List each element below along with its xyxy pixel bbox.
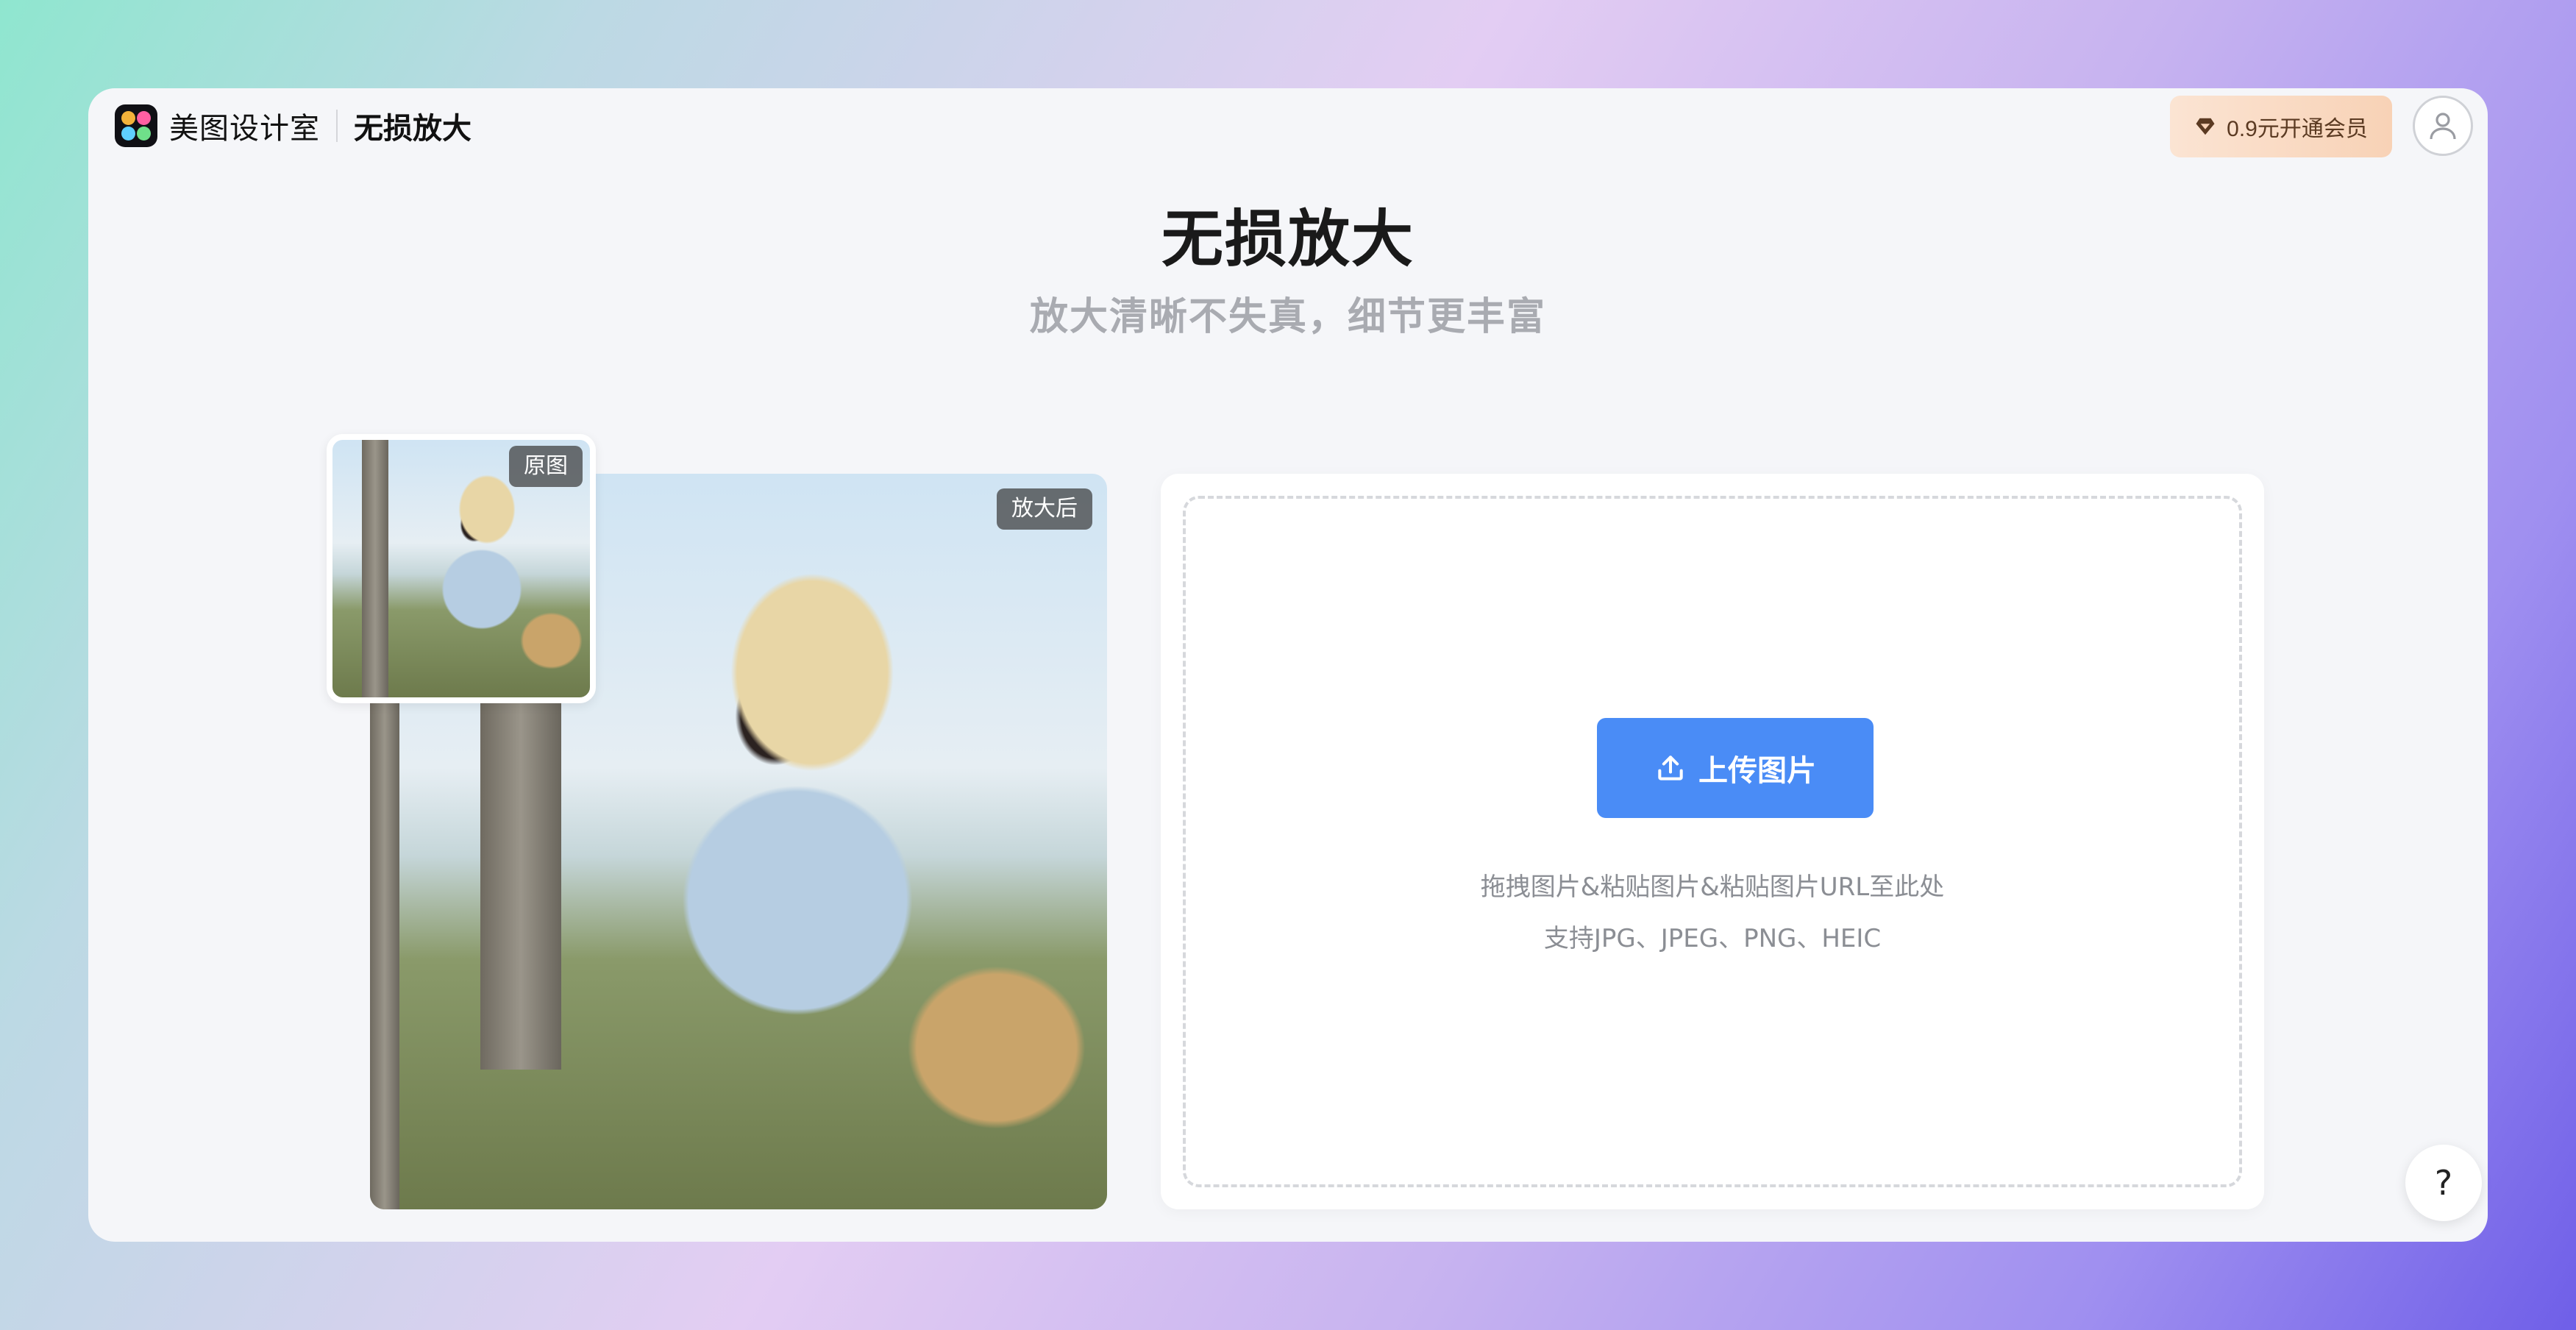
upload-panel: 上传图片 拖拽图片&粘贴图片&粘贴图片URL至此处 支持JPG、JPEG、PNG…	[1161, 474, 2264, 1209]
diamond-icon	[2196, 118, 2215, 135]
page-subtitle: 放大清晰不失真，细节更丰富	[1029, 295, 1546, 339]
main-card: 美图设计室 无损放大 0.9元开通会员 无损放大 放大清晰不失真，细节更丰富 放…	[88, 88, 2488, 1242]
avatar[interactable]	[2413, 96, 2473, 156]
brand-divider	[336, 110, 338, 142]
original-tag: 原图	[509, 446, 583, 487]
user-icon	[2430, 113, 2456, 140]
vip-button-label: 0.9元开通会员	[2227, 117, 2368, 141]
drop-zone[interactable]: 上传图片 拖拽图片&粘贴图片&粘贴图片URL至此处 支持JPG、JPEG、PNG…	[1183, 496, 2242, 1187]
brand-name: 美图设计室	[169, 112, 320, 146]
format-hint: 支持JPG、JPEG、PNG、HEIC	[1543, 924, 1882, 953]
current-page-name: 无损放大	[354, 112, 472, 146]
meitu-logo	[115, 104, 157, 147]
brand[interactable]: 美图设计室 无损放大	[115, 104, 472, 147]
drag-hint: 拖拽图片&粘贴图片&粘贴图片URL至此处	[1480, 872, 1945, 902]
upload-button[interactable]: 上传图片	[1597, 718, 1874, 818]
upload-icon	[1658, 755, 1683, 780]
upload-button-label: 上传图片	[1698, 754, 1816, 788]
enlarged-tag: 放大后	[997, 488, 1092, 530]
help-button[interactable]: ?	[2405, 1145, 2482, 1221]
original-preview-image: 原图	[327, 434, 596, 703]
page-title: 无损放大	[1161, 203, 1415, 275]
vip-button[interactable]: 0.9元开通会员	[2170, 96, 2392, 157]
